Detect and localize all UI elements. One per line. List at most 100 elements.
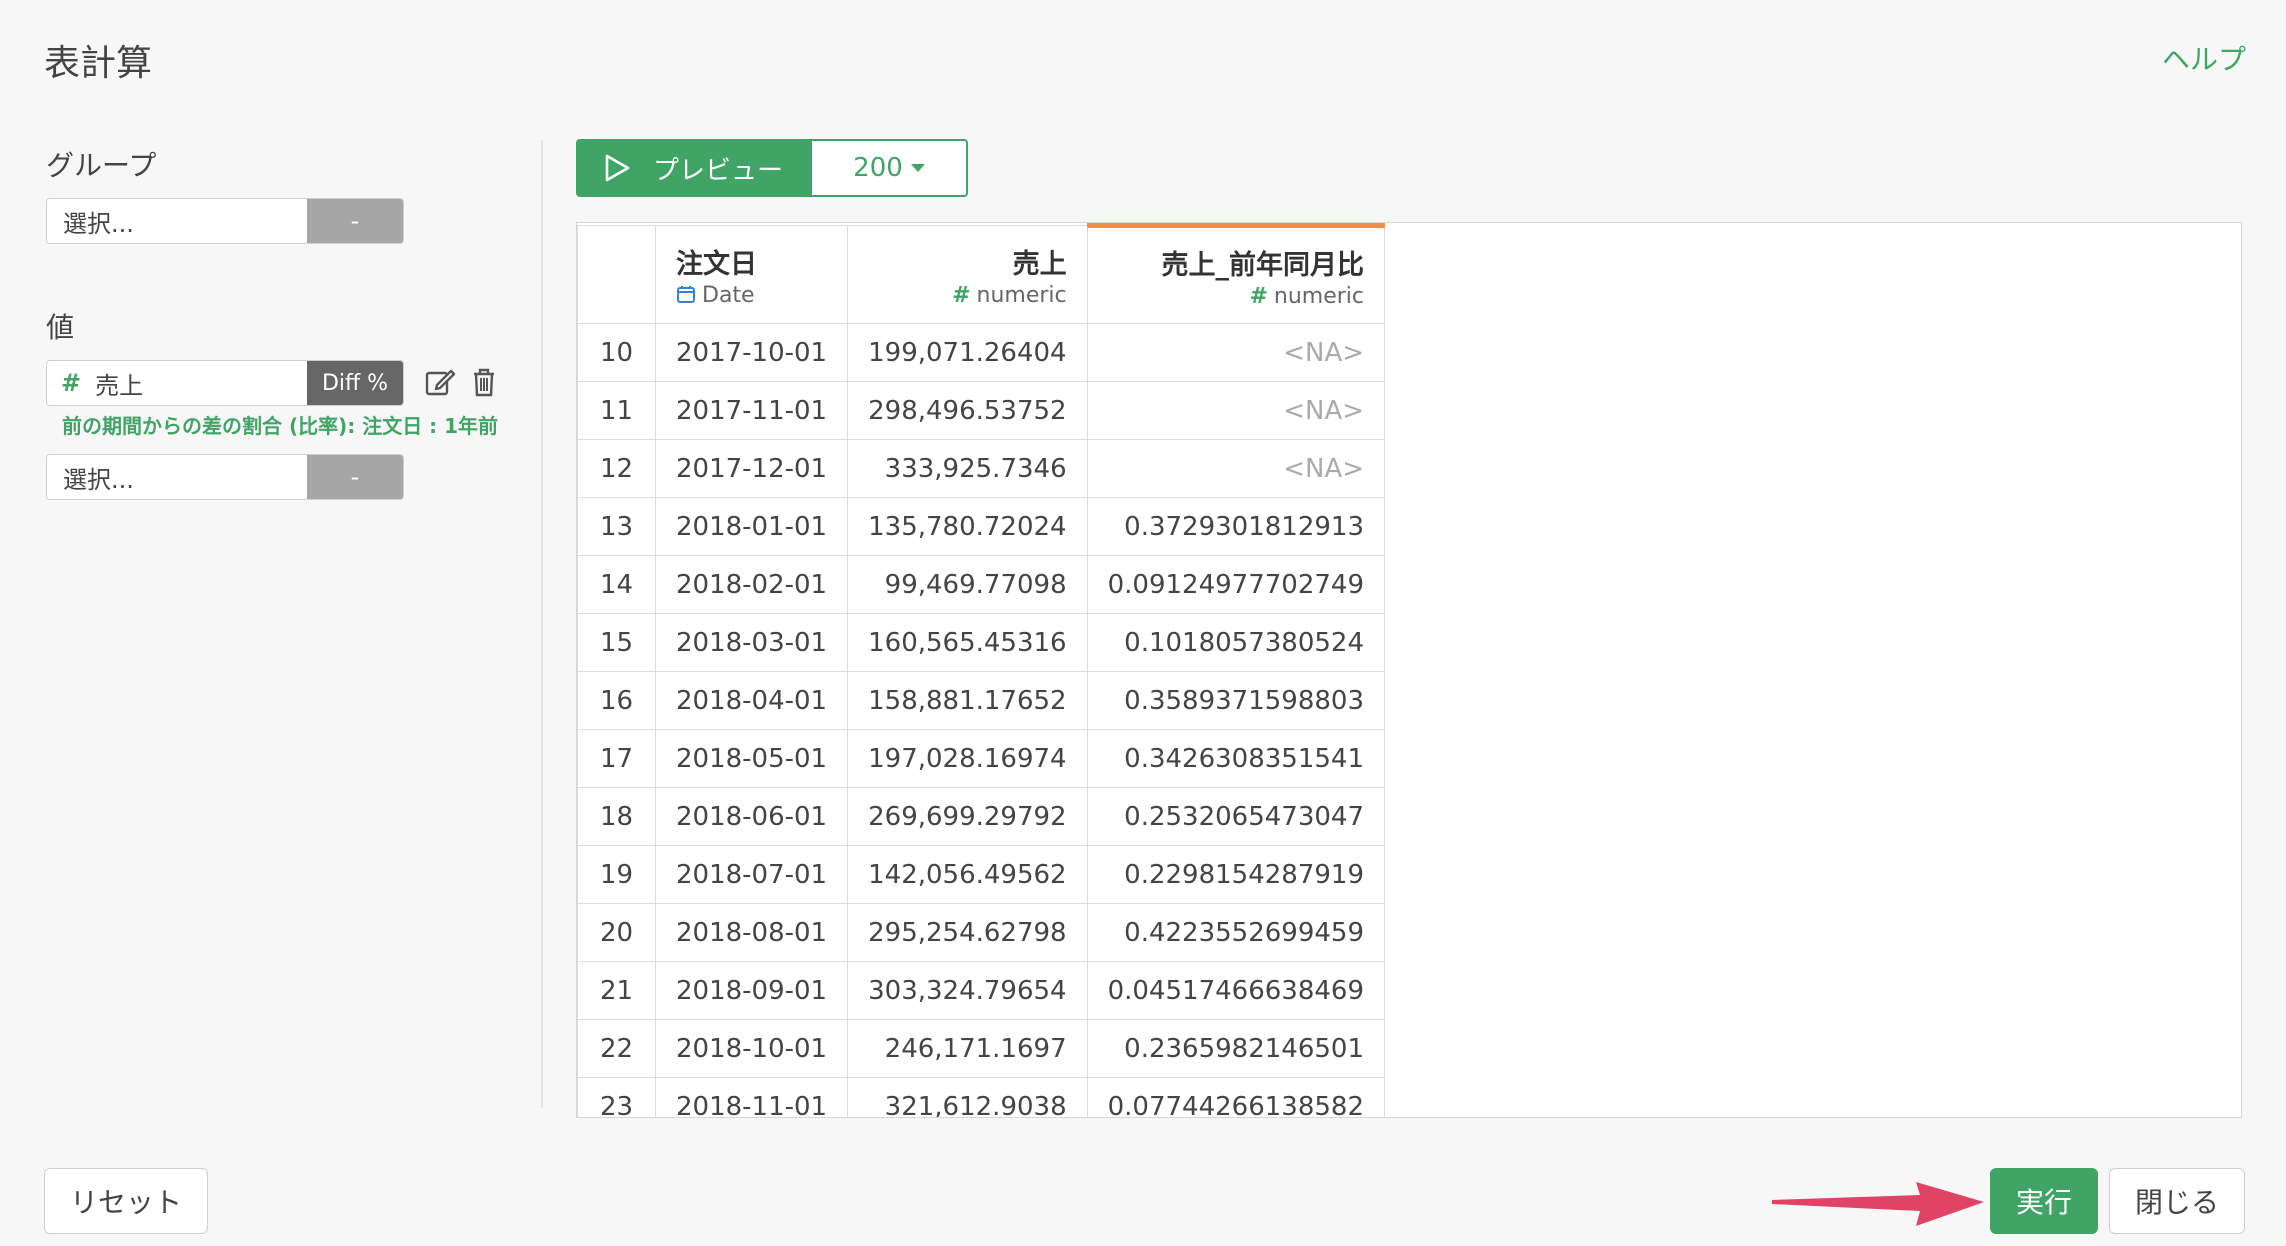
cell-date: 2018-02-01	[654, 555, 849, 614]
value-description: 前の期間からの差の割合 (比率): 注文日 : 1年前	[62, 414, 499, 438]
values-label: 値	[46, 311, 75, 344]
cell-sales: 321,612.9038	[847, 1077, 1088, 1117]
cell-date: 2018-07-01	[654, 845, 849, 904]
value-op-button[interactable]: Diff %	[307, 361, 403, 405]
dialog-title: 表計算	[44, 43, 153, 84]
index-header	[577, 225, 656, 324]
table-row: 13 2018-01-01 135,780.72024 0.3729301812913	[577, 497, 1386, 556]
table-row: 10 2017-10-01 199,071.26404 <NA>	[577, 323, 1386, 382]
numeric-hash-icon: #	[1249, 283, 1268, 309]
row-count-dropdown[interactable]: 200	[810, 139, 968, 197]
cell-sales: 99,469.77098	[847, 555, 1088, 614]
table-row: 11 2017-11-01 298,496.53752 <NA>	[577, 381, 1386, 440]
group-select[interactable]: 選択...	[47, 199, 307, 243]
table-row: 15 2018-03-01 160,565.45316 0.1018057380524	[577, 613, 1386, 672]
value-item-row: # 売上 Diff %	[46, 360, 404, 406]
cell-sales: 303,324.79654	[847, 961, 1088, 1020]
column-header-sales[interactable]: 売上 # numeric	[847, 225, 1088, 324]
calendar-icon	[677, 285, 695, 303]
cell-sales: 298,496.53752	[847, 381, 1088, 440]
cell-sales: 199,071.26404	[847, 323, 1088, 382]
cell-sales-yoy: 0.07744266138582	[1086, 1077, 1386, 1117]
column-type-sales-yoy: numeric	[1273, 283, 1365, 309]
trash-icon[interactable]	[466, 364, 502, 400]
cell-date: 2017-10-01	[654, 323, 849, 382]
preview-button-label: プレビュー	[652, 155, 783, 186]
row-index: 22	[577, 1019, 656, 1078]
row-index: 18	[577, 787, 656, 846]
row-index: 12	[577, 439, 656, 498]
row-index: 20	[577, 903, 656, 962]
cell-sales-yoy: 0.2298154287919	[1086, 845, 1386, 904]
cell-sales-yoy: 0.3589371598803	[1086, 671, 1386, 730]
table-row: 16 2018-04-01 158,881.17652 0.3589371598803	[577, 671, 1386, 730]
value-item-name: 売上	[95, 371, 144, 400]
cell-sales: 269,699.29792	[847, 787, 1088, 846]
group-select-dash-button[interactable]: -	[307, 199, 403, 243]
cell-date: 2018-03-01	[654, 613, 849, 672]
close-button[interactable]: 閉じる	[2109, 1168, 2245, 1234]
cell-sales-yoy: 0.3729301812913	[1086, 497, 1386, 556]
cell-sales-yoy: 0.2365982146501	[1086, 1019, 1386, 1078]
value-select-row: 選択... -	[46, 454, 404, 500]
table-row: 18 2018-06-01 269,699.29792 0.2532065473047	[577, 787, 1386, 846]
caret-down-icon	[910, 164, 925, 172]
row-index: 11	[577, 381, 656, 440]
row-index: 10	[577, 323, 656, 382]
pointer-arrow	[1772, 1182, 1984, 1226]
cell-date: 2018-05-01	[654, 729, 849, 788]
preview-table: 注文日 Date 売上 # numeric 売上_前年同月比 # numeric…	[577, 223, 1386, 1117]
cell-date: 2018-09-01	[654, 961, 849, 1020]
reset-button[interactable]: リセット	[44, 1168, 208, 1234]
cell-sales-yoy: 0.4223552699459	[1086, 903, 1386, 962]
preview-button[interactable]: プレビュー	[576, 139, 810, 197]
cell-sales-yoy: 0.2532065473047	[1086, 787, 1386, 846]
row-index: 23	[577, 1077, 656, 1117]
table-row: 22 2018-10-01 246,171.1697 0.2365982146501	[577, 1019, 1386, 1078]
column-header-date[interactable]: 注文日 Date	[654, 225, 849, 324]
cell-sales-yoy: <NA>	[1086, 323, 1386, 382]
row-index: 15	[577, 613, 656, 672]
cell-date: 2018-04-01	[654, 671, 849, 730]
help-link[interactable]: ヘルプ	[2162, 38, 2246, 78]
cell-sales: 142,056.49562	[847, 845, 1088, 904]
run-button[interactable]: 実行	[1990, 1168, 2098, 1234]
cell-date: 2017-12-01	[654, 439, 849, 498]
cell-sales-yoy: 0.09124977702749	[1086, 555, 1386, 614]
table-row: 20 2018-08-01 295,254.62798 0.4223552699459	[577, 903, 1386, 962]
cell-date: 2018-01-01	[654, 497, 849, 556]
cell-date: 2018-10-01	[654, 1019, 849, 1078]
cell-sales-yoy: <NA>	[1086, 439, 1386, 498]
row-index: 19	[577, 845, 656, 904]
cell-sales: 295,254.62798	[847, 903, 1088, 962]
cell-date: 2018-08-01	[654, 903, 849, 962]
group-label: グループ	[46, 149, 157, 182]
table-row: 21 2018-09-01 303,324.79654 0.0451746663846…	[577, 961, 1386, 1020]
table-header-row: 注文日 Date 売上 # numeric 売上_前年同月比 # numeric	[577, 223, 1386, 324]
table-row: 23 2018-11-01 321,612.9038 0.07744266138582	[577, 1077, 1386, 1117]
value-select-dash-button[interactable]: -	[307, 455, 403, 499]
value-item-column[interactable]: # 売上	[47, 361, 307, 405]
cell-sales-yoy: 0.04517466638469	[1086, 961, 1386, 1020]
group-select-row: 選択... -	[46, 198, 404, 244]
play-icon	[605, 154, 630, 182]
value-select[interactable]: 選択...	[47, 455, 307, 499]
table-row: 17 2018-05-01 197,028.16974 0.3426308351541	[577, 729, 1386, 788]
edit-icon[interactable]	[422, 364, 458, 400]
table-row: 12 2017-12-01 333,925.7346 <NA>	[577, 439, 1386, 498]
column-type-sales: numeric	[976, 282, 1067, 308]
cell-date: 2017-11-01	[654, 381, 849, 440]
column-type-date: Date	[702, 282, 755, 308]
cell-sales-yoy: <NA>	[1086, 381, 1386, 440]
cell-date: 2018-11-01	[654, 1077, 849, 1117]
row-index: 13	[577, 497, 656, 556]
cell-date: 2018-06-01	[654, 787, 849, 846]
row-count-value: 200	[853, 153, 903, 183]
row-index: 16	[577, 671, 656, 730]
cell-sales: 197,028.16974	[847, 729, 1088, 788]
row-index: 17	[577, 729, 656, 788]
cell-sales: 333,925.7346	[847, 439, 1088, 498]
cell-sales-yoy: 0.3426308351541	[1086, 729, 1386, 788]
column-header-sales-yoy[interactable]: 売上_前年同月比 # numeric	[1086, 223, 1386, 324]
preview-table-panel: 注文日 Date 売上 # numeric 売上_前年同月比 # numeric…	[576, 222, 2242, 1118]
